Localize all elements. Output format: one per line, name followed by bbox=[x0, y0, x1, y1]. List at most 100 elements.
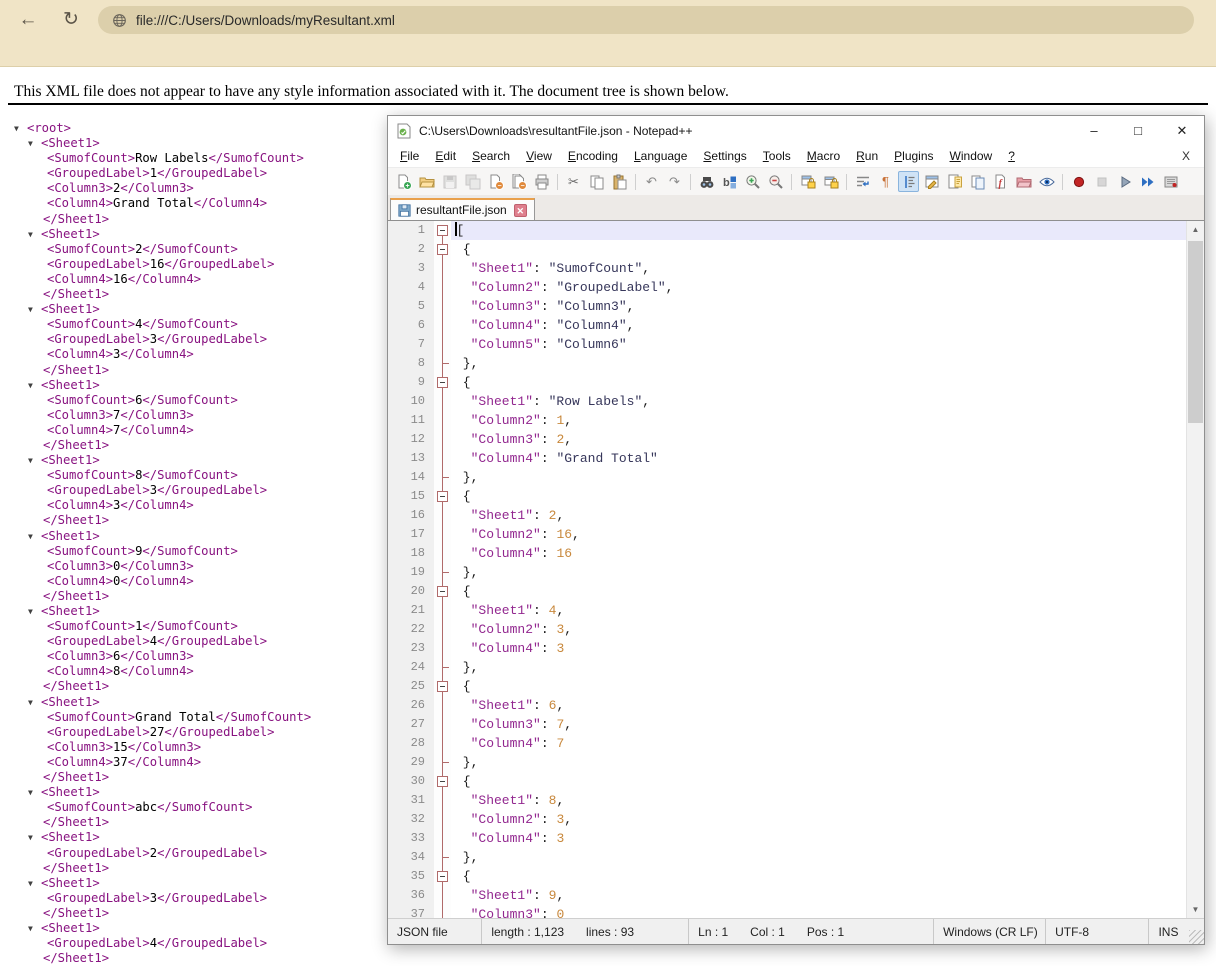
code-text[interactable]: }, bbox=[451, 354, 1187, 373]
tab-resultantfile-json[interactable]: resultantFile.json ✕ bbox=[390, 198, 535, 220]
menu-edit[interactable]: Edit bbox=[427, 147, 464, 165]
menu-encoding[interactable]: Encoding bbox=[560, 147, 626, 165]
code-text[interactable]: "Column3": 2, bbox=[451, 430, 1187, 449]
code-text[interactable]: "Sheet1": 8, bbox=[451, 791, 1187, 810]
macro-run-multiple-icon[interactable] bbox=[1137, 171, 1158, 192]
collapse-arrow-icon[interactable]: ▼ bbox=[28, 921, 41, 936]
menu-macro[interactable]: Macro bbox=[799, 147, 848, 165]
fold-collapse-icon[interactable] bbox=[434, 867, 451, 886]
code-text[interactable]: { bbox=[451, 867, 1187, 886]
replace-icon[interactable]: b bbox=[719, 171, 740, 192]
code-text[interactable]: "Column2": 16, bbox=[451, 525, 1187, 544]
code-text[interactable]: "Sheet1": "Row Labels", bbox=[451, 392, 1187, 411]
code-text[interactable]: "Column2": 1, bbox=[451, 411, 1187, 430]
close-icon[interactable]: − bbox=[485, 171, 506, 192]
code-text[interactable]: { bbox=[451, 240, 1187, 259]
paste-icon[interactable] bbox=[609, 171, 630, 192]
zoom-in-icon[interactable] bbox=[742, 171, 763, 192]
code-text[interactable]: }, bbox=[451, 753, 1187, 772]
resize-grip[interactable] bbox=[1189, 930, 1204, 944]
fold-collapse-icon[interactable] bbox=[434, 582, 451, 601]
code-text[interactable]: [ bbox=[451, 221, 1187, 240]
close-button[interactable]: ✕ bbox=[1160, 116, 1204, 145]
code-text[interactable]: "Column2": 3, bbox=[451, 620, 1187, 639]
show-all-characters-icon[interactable]: ¶ bbox=[875, 171, 896, 192]
maximize-button[interactable]: □ bbox=[1116, 116, 1160, 145]
redo-icon[interactable]: ↷ bbox=[664, 171, 685, 192]
code-text[interactable]: "Column4": 3 bbox=[451, 829, 1187, 848]
menu-view[interactable]: View bbox=[518, 147, 560, 165]
code-text[interactable]: "Column4": 3 bbox=[451, 639, 1187, 658]
fold-collapse-icon[interactable] bbox=[434, 487, 451, 506]
fold-collapse-icon[interactable] bbox=[434, 221, 451, 240]
new-file-icon[interactable]: + bbox=[393, 171, 414, 192]
menubar-close-document-button[interactable]: X bbox=[1182, 149, 1204, 163]
refresh-icon[interactable]: ↻ bbox=[58, 7, 84, 33]
collapse-arrow-icon[interactable]: ▼ bbox=[28, 604, 41, 619]
code-text[interactable]: "Sheet1": 9, bbox=[451, 886, 1187, 905]
collapse-arrow-icon[interactable]: ▼ bbox=[28, 830, 41, 845]
monitoring-icon[interactable] bbox=[1036, 171, 1057, 192]
notepad-titlebar[interactable]: C:\Users\Downloads\resultantFile.json - … bbox=[388, 116, 1204, 145]
folder-as-workspace-icon[interactable] bbox=[1013, 171, 1034, 192]
scrollbar-down-arrow-icon[interactable]: ▼ bbox=[1187, 901, 1204, 918]
menu-settings[interactable]: Settings bbox=[695, 147, 754, 165]
menu-window[interactable]: Window bbox=[942, 147, 1001, 165]
code-text[interactable]: "Column4": "Grand Total" bbox=[451, 449, 1187, 468]
macro-record-icon[interactable] bbox=[1068, 171, 1089, 192]
fold-collapse-icon[interactable] bbox=[434, 373, 451, 392]
minimize-button[interactable]: – bbox=[1072, 116, 1116, 145]
menu-file[interactable]: File bbox=[392, 147, 427, 165]
fold-collapse-icon[interactable] bbox=[434, 240, 451, 259]
collapse-arrow-icon[interactable]: ▼ bbox=[28, 529, 41, 544]
back-arrow-icon[interactable]: ← bbox=[15, 7, 41, 33]
code-text[interactable]: "Column4": 7 bbox=[451, 734, 1187, 753]
code-text[interactable]: "Column3": 0 bbox=[451, 905, 1187, 918]
menu-language[interactable]: Language bbox=[626, 147, 695, 165]
menu-search[interactable]: Search bbox=[464, 147, 518, 165]
code-text[interactable]: "Column2": "GroupedLabel", bbox=[451, 278, 1187, 297]
document-list-icon[interactable] bbox=[967, 171, 988, 192]
code-text[interactable]: { bbox=[451, 373, 1187, 392]
collapse-arrow-icon[interactable]: ▼ bbox=[28, 453, 41, 468]
code-text[interactable]: }, bbox=[451, 563, 1187, 582]
open-icon[interactable] bbox=[416, 171, 437, 192]
scrollbar-up-arrow-icon[interactable]: ▲ bbox=[1187, 221, 1204, 238]
fold-collapse-icon[interactable] bbox=[434, 677, 451, 696]
code-text[interactable]: }, bbox=[451, 658, 1187, 677]
editor-vertical-scrollbar[interactable]: ▲ ▼ bbox=[1186, 221, 1204, 918]
collapse-arrow-icon[interactable]: ▼ bbox=[28, 302, 41, 317]
code-text[interactable]: { bbox=[451, 772, 1187, 791]
collapse-arrow-icon[interactable]: ▼ bbox=[28, 785, 41, 800]
code-text[interactable]: { bbox=[451, 582, 1187, 601]
menu-help[interactable]: ? bbox=[1000, 147, 1023, 165]
macro-play-icon[interactable] bbox=[1114, 171, 1135, 192]
indent-guide-icon[interactable] bbox=[898, 171, 919, 192]
close-all-icon[interactable]: − bbox=[508, 171, 529, 192]
code-text[interactable]: }, bbox=[451, 468, 1187, 487]
print-icon[interactable] bbox=[531, 171, 552, 192]
code-text[interactable]: "Sheet1": 6, bbox=[451, 696, 1187, 715]
scrollbar-thumb[interactable] bbox=[1188, 241, 1203, 423]
menu-tools[interactable]: Tools bbox=[755, 147, 799, 165]
word-wrap-icon[interactable] bbox=[852, 171, 873, 192]
menu-plugins[interactable]: Plugins bbox=[886, 147, 941, 165]
code-text[interactable]: "Column3": "Column3", bbox=[451, 297, 1187, 316]
code-text[interactable]: "Column5": "Column6" bbox=[451, 335, 1187, 354]
code-text[interactable]: { bbox=[451, 487, 1187, 506]
code-text[interactable]: "Sheet1": 2, bbox=[451, 506, 1187, 525]
code-text[interactable]: "Column3": 7, bbox=[451, 715, 1187, 734]
collapse-arrow-icon[interactable]: ▼ bbox=[28, 227, 41, 242]
collapse-arrow-icon[interactable]: ▼ bbox=[28, 695, 41, 710]
macro-save-icon[interactable] bbox=[1160, 171, 1181, 192]
editor-area[interactable]: 1[2 {3 "Sheet1": "SumofCount",4 "Column2… bbox=[388, 220, 1204, 918]
code-text[interactable]: "Column4": "Column4", bbox=[451, 316, 1187, 335]
collapse-arrow-icon[interactable]: ▼ bbox=[28, 136, 41, 151]
code-text[interactable]: "Sheet1": 4, bbox=[451, 601, 1187, 620]
code-text[interactable]: "Sheet1": "SumofCount", bbox=[451, 259, 1187, 278]
tab-close-icon[interactable]: ✕ bbox=[514, 204, 527, 217]
undo-icon[interactable]: ↶ bbox=[641, 171, 662, 192]
code-text[interactable]: }, bbox=[451, 848, 1187, 867]
code-text[interactable]: "Column4": 16 bbox=[451, 544, 1187, 563]
collapse-arrow-icon[interactable]: ▼ bbox=[14, 121, 27, 136]
